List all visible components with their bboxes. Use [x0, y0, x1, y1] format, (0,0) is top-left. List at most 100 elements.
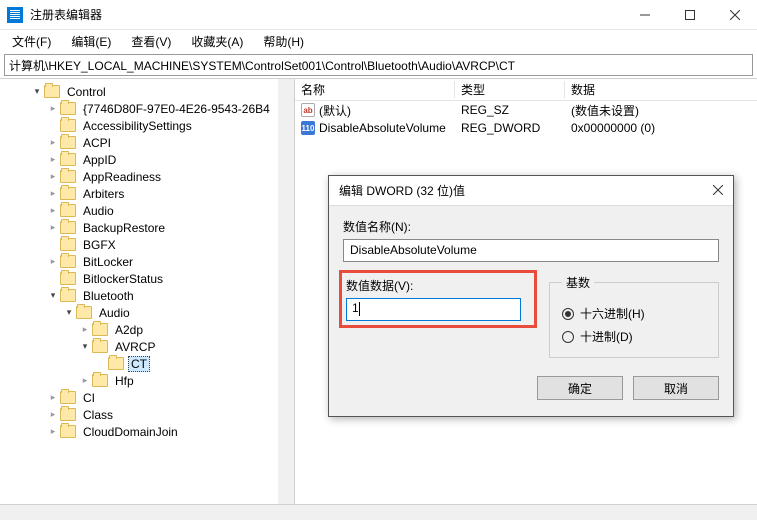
tree-node[interactable]: ACPI	[0, 134, 294, 151]
value-data-label: 数值数据(V):	[346, 277, 530, 294]
menu-favorites[interactable]: 收藏夹(A)	[183, 31, 251, 52]
edit-dword-dialog: 编辑 DWORD (32 位)值 数值名称(N): DisableAbsolut…	[328, 175, 734, 417]
tree-node[interactable]: AccessibilitySettings	[0, 117, 294, 134]
horizontal-scrollbar[interactable]	[0, 504, 757, 520]
folder-icon	[92, 323, 108, 336]
chevron-right-icon[interactable]	[46, 409, 60, 420]
col-type[interactable]: 类型	[455, 81, 565, 98]
folder-icon	[60, 425, 76, 438]
value-row[interactable]: ab(默认) REG_SZ (数值未设置)	[295, 101, 757, 119]
ok-button[interactable]: 确定	[537, 376, 623, 400]
chevron-right-icon[interactable]	[46, 392, 60, 403]
menu-help[interactable]: 帮助(H)	[255, 31, 312, 52]
tree-node-bluetooth[interactable]: Bluetooth	[0, 287, 294, 304]
chevron-right-icon[interactable]	[46, 154, 60, 165]
tree-node[interactable]: BitlockerStatus	[0, 270, 294, 287]
menu-file[interactable]: 文件(F)	[4, 31, 59, 52]
chevron-right-icon[interactable]	[46, 426, 60, 437]
folder-icon	[60, 102, 76, 115]
folder-icon	[60, 204, 76, 217]
chevron-right-icon[interactable]	[46, 205, 60, 216]
folder-icon	[60, 272, 76, 285]
menu-edit[interactable]: 编辑(E)	[63, 31, 119, 52]
folder-icon	[92, 340, 108, 353]
folder-icon	[60, 136, 76, 149]
folder-icon	[60, 408, 76, 421]
folder-icon	[60, 221, 76, 234]
chevron-right-icon[interactable]	[46, 256, 60, 267]
radio-icon	[562, 331, 574, 343]
minimize-button[interactable]	[622, 0, 667, 30]
value-row[interactable]: 110DisableAbsoluteVolume REG_DWORD 0x000…	[295, 119, 757, 137]
dword-value-icon: 110	[301, 121, 315, 135]
folder-icon	[60, 187, 76, 200]
tree-node-audio[interactable]: Audio	[0, 304, 294, 321]
folder-icon	[92, 374, 108, 387]
tree-node[interactable]: Hfp	[0, 372, 294, 389]
folder-icon	[60, 391, 76, 404]
folder-icon	[60, 289, 76, 302]
folder-icon	[60, 255, 76, 268]
tree-node-avrcp[interactable]: AVRCP	[0, 338, 294, 355]
column-headers: 名称 类型 数据	[295, 79, 757, 101]
tree-node[interactable]: AppReadiness	[0, 168, 294, 185]
menubar: 文件(F) 编辑(E) 查看(V) 收藏夹(A) 帮助(H)	[0, 30, 757, 52]
chevron-down-icon[interactable]	[30, 86, 44, 97]
string-value-icon: ab	[301, 103, 315, 117]
radio-hex[interactable]: 十六进制(H)	[562, 305, 706, 322]
dialog-titlebar: 编辑 DWORD (32 位)值	[329, 176, 733, 206]
titlebar: 注册表编辑器	[0, 0, 757, 30]
tree-node-ct[interactable]: CT	[0, 355, 294, 372]
tree-node-control[interactable]: Control	[0, 83, 294, 100]
chevron-right-icon[interactable]	[46, 222, 60, 233]
tree-node[interactable]: CI	[0, 389, 294, 406]
scrollbar[interactable]	[278, 79, 294, 518]
chevron-down-icon[interactable]	[78, 341, 92, 352]
dialog-close-button[interactable]	[713, 184, 723, 198]
folder-icon	[60, 119, 76, 132]
folder-icon	[60, 170, 76, 183]
tree-node[interactable]: CloudDomainJoin	[0, 423, 294, 440]
tree-node[interactable]: BitLocker	[0, 253, 294, 270]
tree-node[interactable]: BackupRestore	[0, 219, 294, 236]
radio-dec[interactable]: 十进制(D)	[562, 328, 706, 345]
chevron-down-icon[interactable]	[62, 307, 76, 318]
cancel-button[interactable]: 取消	[633, 376, 719, 400]
folder-icon	[44, 85, 60, 98]
app-icon	[7, 7, 23, 23]
address-bar[interactable]: 计算机\HKEY_LOCAL_MACHINE\SYSTEM\ControlSet…	[4, 54, 753, 76]
tree-node[interactable]: Arbiters	[0, 185, 294, 202]
radio-icon	[562, 308, 574, 320]
tree-node[interactable]: A2dp	[0, 321, 294, 338]
address-text: 计算机\HKEY_LOCAL_MACHINE\SYSTEM\ControlSet…	[9, 57, 515, 74]
folder-icon	[108, 357, 124, 370]
folder-icon	[60, 153, 76, 166]
tree-node[interactable]: Audio	[0, 202, 294, 219]
folder-icon	[60, 238, 76, 251]
chevron-right-icon[interactable]	[46, 103, 60, 114]
tree-node[interactable]: BGFX	[0, 236, 294, 253]
chevron-right-icon[interactable]	[78, 375, 92, 386]
dialog-title: 编辑 DWORD (32 位)值	[339, 182, 713, 199]
close-button[interactable]	[712, 0, 757, 30]
highlight-annotation: 数值数据(V): 1	[339, 270, 537, 328]
value-name-label: 数值名称(N):	[343, 218, 719, 235]
col-name[interactable]: 名称	[295, 81, 455, 98]
col-data[interactable]: 数据	[565, 81, 757, 98]
chevron-right-icon[interactable]	[78, 324, 92, 335]
chevron-right-icon[interactable]	[46, 171, 60, 182]
base-label: 基数	[562, 274, 594, 291]
tree-node[interactable]: Class	[0, 406, 294, 423]
tree-pane: Control {7746D80F-97E0-4E26-9543-26B4 Ac…	[0, 79, 295, 518]
tree-label: Control	[64, 85, 109, 99]
tree-node[interactable]: {7746D80F-97E0-4E26-9543-26B4	[0, 100, 294, 117]
maximize-button[interactable]	[667, 0, 712, 30]
value-name-field[interactable]: DisableAbsoluteVolume	[343, 239, 719, 262]
window-title: 注册表编辑器	[30, 6, 622, 23]
chevron-right-icon[interactable]	[46, 188, 60, 199]
tree-node[interactable]: AppID	[0, 151, 294, 168]
value-data-input[interactable]: 1	[346, 298, 521, 321]
chevron-down-icon[interactable]	[46, 290, 60, 301]
menu-view[interactable]: 查看(V)	[123, 31, 179, 52]
chevron-right-icon[interactable]	[46, 137, 60, 148]
